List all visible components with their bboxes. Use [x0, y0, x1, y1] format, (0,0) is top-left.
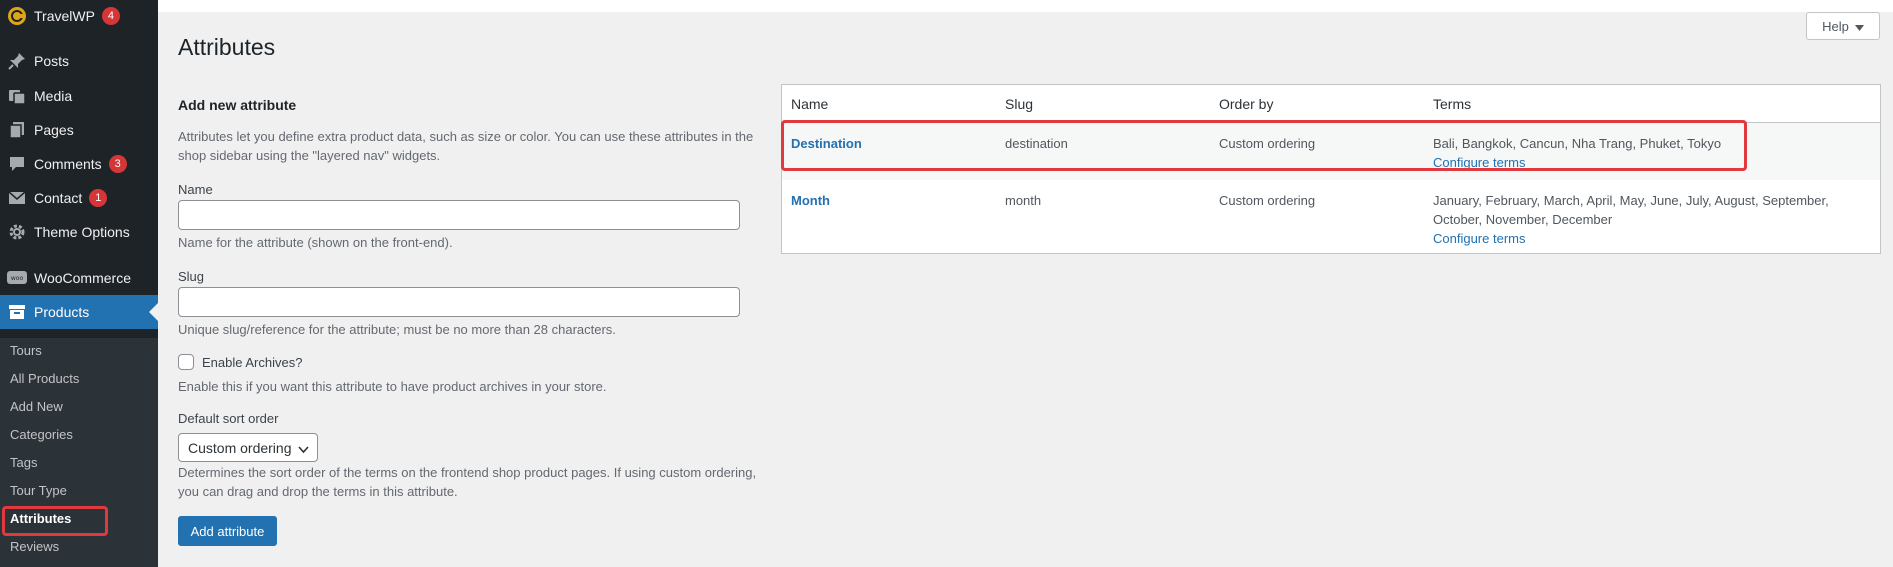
sidebar-item-comments[interactable]: Comments 3: [0, 147, 158, 181]
attribute-terms: January, February, March, April, May, Ju…: [1433, 193, 1829, 208]
form-title: Add new attribute: [178, 97, 297, 113]
sort-order-value: Custom ordering: [188, 439, 292, 456]
sidebar-item-label: WooCommerce: [34, 270, 131, 286]
current-menu-arrow: [149, 303, 158, 321]
highlight-box-attributes: [2, 506, 108, 536]
sidebar-item-media[interactable]: Media: [0, 79, 158, 113]
attribute-terms-continued: October, November, December: [1433, 212, 1613, 227]
table-row: Month month Custom ordering January, Feb…: [782, 180, 1880, 255]
submenu-item-categories[interactable]: Categories: [10, 427, 73, 442]
archive-icon: [0, 303, 34, 321]
name-field-desc: Name for the attribute (shown on the fro…: [178, 235, 453, 250]
attribute-slug: month: [1005, 193, 1042, 208]
sidebar-item-label: Media: [34, 88, 73, 104]
woo-icon: woo: [0, 270, 34, 286]
enable-archives-label[interactable]: Enable Archives?: [202, 355, 302, 370]
update-count-badge: 4: [101, 7, 120, 25]
top-screen-meta: [158, 0, 1893, 12]
page-title: Attributes: [178, 34, 276, 60]
sidebar-item-posts[interactable]: Posts: [0, 44, 158, 78]
name-field-label: Name: [178, 182, 213, 197]
sidebar-item-pages[interactable]: Pages: [0, 113, 158, 147]
pages-icon: [0, 121, 34, 139]
attribute-name-input[interactable]: [178, 200, 740, 230]
slug-field-label: Slug: [178, 269, 205, 284]
highlight-box-destination-row: [781, 120, 1747, 171]
enable-archives-desc: Enable this if you want this attribute t…: [178, 379, 607, 394]
attribute-order-by: Custom ordering: [1219, 193, 1316, 208]
contact-count-badge: 1: [89, 189, 108, 207]
media-icon: [0, 87, 34, 105]
sidebar-item-label: Products: [34, 304, 90, 320]
help-label: Help: [1822, 18, 1849, 34]
sidebar-item-label: Comments: [34, 156, 102, 172]
comments-count-badge: 3: [108, 155, 127, 173]
triangle-down-icon: [1854, 19, 1864, 34]
column-header-slug: Slug: [1005, 96, 1034, 112]
svg-text:woo: woo: [11, 275, 24, 282]
sidebar-item-products[interactable]: Products: [0, 295, 158, 329]
submenu-item-tours[interactable]: Tours: [10, 343, 42, 358]
mail-icon: [0, 189, 34, 207]
add-attribute-button[interactable]: Add attribute: [178, 516, 277, 546]
slug-field-desc: Unique slug/reference for the attribute;…: [178, 322, 616, 337]
submenu-item-all-products[interactable]: All Products: [10, 371, 79, 386]
sidebar-item-label: Pages: [34, 122, 74, 138]
configure-terms-link[interactable]: Configure terms: [1433, 229, 1525, 248]
site-name-item[interactable]: TravelWP 4: [0, 0, 158, 32]
sidebar-item-label: Posts: [34, 53, 70, 69]
column-header-name: Name: [791, 96, 829, 112]
sort-order-select[interactable]: Custom ordering: [178, 433, 318, 462]
submenu-item-reviews[interactable]: Reviews: [10, 539, 59, 554]
attribute-name-link[interactable]: Month: [791, 191, 830, 210]
sort-order-desc: Determines the sort order of the terms o…: [178, 465, 757, 499]
gear-icon: [0, 223, 34, 241]
admin-sidebar: TravelWP 4 Posts Media Pages Comments 3 …: [0, 0, 158, 567]
submenu-item-tour-type[interactable]: Tour Type: [10, 483, 67, 498]
site-logo-icon: [0, 6, 34, 26]
chevron-down-icon: [298, 442, 309, 458]
column-header-terms: Terms: [1433, 96, 1472, 112]
pin-icon: [0, 52, 34, 70]
site-name-label: TravelWP: [34, 8, 95, 24]
submenu-item-add-new[interactable]: Add New: [10, 399, 63, 414]
sidebar-item-woocommerce[interactable]: woo WooCommerce: [0, 261, 158, 295]
sidebar-item-label: Contact: [34, 190, 83, 206]
help-tab-button[interactable]: Help: [1806, 12, 1880, 40]
sidebar-item-theme-options[interactable]: Theme Options: [0, 215, 158, 249]
submenu-item-tags[interactable]: Tags: [10, 455, 37, 470]
form-intro-text: Attributes let you define extra product …: [178, 129, 754, 163]
comment-icon: [0, 155, 34, 173]
sort-order-label: Default sort order: [178, 411, 279, 426]
sidebar-item-label: Theme Options: [34, 224, 130, 240]
sidebar-item-contact[interactable]: Contact 1: [0, 181, 158, 215]
column-header-order-by: Order by: [1219, 96, 1274, 112]
attribute-slug-input[interactable]: [178, 287, 740, 317]
enable-archives-checkbox[interactable]: [178, 354, 194, 370]
